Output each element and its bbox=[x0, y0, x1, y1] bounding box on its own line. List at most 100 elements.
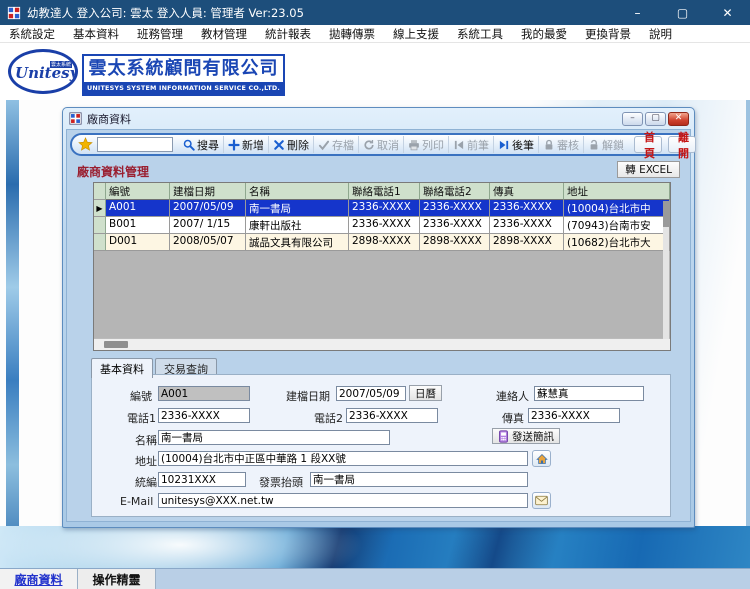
screen: 幼教達人 登入公司: 雲太 登入人員: 管理者 Ver:23.05 – ▢ ✕ … bbox=[0, 0, 750, 589]
search-input[interactable] bbox=[97, 137, 173, 152]
vendor-window-icon bbox=[69, 112, 82, 125]
x-icon bbox=[273, 139, 285, 151]
vendor-maximize-button[interactable]: ▢ bbox=[645, 112, 666, 126]
taskbar-tab-wizard[interactable]: 操作精靈 bbox=[78, 569, 156, 589]
plus-icon bbox=[228, 139, 240, 151]
address-label: 地址 bbox=[135, 453, 157, 469]
taxid-label: 統編 bbox=[135, 474, 157, 490]
vendor-close-button[interactable]: ✕ bbox=[668, 112, 689, 126]
table-row[interactable]: ▶ A001 2007/05/09 南一書局 2336-XXXX 2336-XX… bbox=[94, 200, 670, 217]
exit-button[interactable]: 離開 bbox=[668, 136, 696, 153]
delete-button[interactable]: 刪除 bbox=[269, 136, 314, 153]
logo-bar: Unitesys 雲太系統 雲太系統顧問有限公司 UNITESYS SYSTEM… bbox=[0, 43, 750, 100]
unlock-icon bbox=[588, 139, 600, 151]
col-date[interactable]: 建檔日期 bbox=[170, 183, 246, 200]
app-icon bbox=[7, 6, 21, 20]
minimize-button[interactable]: – bbox=[615, 0, 660, 25]
search-button[interactable]: 搜尋 bbox=[179, 136, 224, 153]
contact-field[interactable] bbox=[534, 386, 644, 401]
menu-statistics[interactable]: 統計報表 bbox=[256, 26, 320, 42]
menu-class-management[interactable]: 班務管理 bbox=[128, 26, 192, 42]
grid-vertical-scrollbar[interactable] bbox=[663, 201, 669, 339]
col-id[interactable]: 編號 bbox=[106, 183, 170, 200]
home-button[interactable]: 首頁 bbox=[634, 136, 662, 153]
menu-system-settings[interactable]: 系統設定 bbox=[0, 26, 64, 42]
fax-field[interactable] bbox=[528, 408, 620, 423]
export-excel-button[interactable]: 轉 EXCEL bbox=[617, 161, 680, 178]
vendor-grid: 編號 建檔日期 名稱 聯絡電話1 聯絡電話2 傳真 地址 ▶ A001 2007… bbox=[93, 182, 671, 351]
calendar-button[interactable]: 日曆 bbox=[409, 385, 442, 401]
vendor-data-window: 廠商資料 – ▢ ✕ 搜尋 bbox=[62, 107, 695, 528]
col-name[interactable]: 名稱 bbox=[246, 183, 349, 200]
menu-system-tools[interactable]: 系統工具 bbox=[448, 26, 512, 42]
tab-basic-data[interactable]: 基本資料 bbox=[91, 358, 153, 378]
name-field[interactable] bbox=[158, 430, 390, 445]
previous-record-button: 前筆 bbox=[449, 136, 494, 153]
send-sms-button[interactable]: 發送簡訊 bbox=[492, 428, 560, 444]
print-button: 列印 bbox=[404, 136, 449, 153]
contact-label: 連絡人 bbox=[496, 388, 529, 404]
col-phone2[interactable]: 聯絡電話2 bbox=[420, 183, 490, 200]
previous-icon bbox=[453, 139, 465, 151]
menu-help[interactable]: 說明 bbox=[640, 26, 681, 42]
add-button[interactable]: 新增 bbox=[224, 136, 269, 153]
table-row[interactable]: B001 2007/ 1/15 康軒出版社 2336-XXXX 2336-XXX… bbox=[94, 217, 670, 234]
vendor-window-titlebar[interactable]: 廠商資料 – ▢ ✕ bbox=[66, 108, 691, 129]
phone2-field[interactable] bbox=[346, 408, 438, 423]
toolbar: 搜尋 新增 刪除 存檔 bbox=[70, 133, 689, 156]
address-field[interactable] bbox=[158, 451, 528, 466]
mdi-background: 廠商資料 – ▢ ✕ 搜尋 bbox=[0, 100, 750, 568]
lock-icon bbox=[543, 139, 555, 151]
invoice-title-field[interactable] bbox=[310, 472, 528, 487]
wallpaper-wave bbox=[0, 526, 750, 568]
menu-favorites[interactable]: 我的最愛 bbox=[512, 26, 576, 42]
map-house-button[interactable] bbox=[532, 450, 551, 467]
wallpaper-left-stripe bbox=[6, 100, 19, 568]
menu-material-management[interactable]: 教材管理 bbox=[192, 26, 256, 42]
favorite-star-icon[interactable] bbox=[78, 137, 93, 152]
menu-bar: 系統設定 基本資料 班務管理 教材管理 統計報表 拋轉傳票 線上支援 系統工具 … bbox=[0, 25, 750, 43]
house-icon bbox=[536, 453, 548, 465]
maximize-button[interactable]: ▢ bbox=[660, 0, 705, 25]
date-field[interactable] bbox=[336, 386, 406, 401]
email-label: E-Mail bbox=[120, 495, 153, 508]
section-title: 廠商資料管理 bbox=[77, 163, 149, 180]
vendor-window-title: 廠商資料 bbox=[87, 111, 131, 127]
approve-button: 審核 bbox=[539, 136, 584, 153]
taxid-field[interactable] bbox=[158, 472, 246, 487]
envelope-icon bbox=[535, 495, 548, 506]
table-row[interactable]: D001 2008/05/07 誠品文具有限公司 2898-XXXX 2898-… bbox=[94, 234, 670, 251]
vendor-detail-form: 編號 建檔日期 日曆 連絡人 電話1 電話2 傳真 名稱 bbox=[91, 374, 671, 517]
check-icon bbox=[318, 139, 330, 151]
row-selector-marker: ▶ bbox=[94, 200, 106, 217]
invoice-title-label: 發票抬頭 bbox=[259, 474, 303, 490]
phone2-label: 電話2 bbox=[314, 410, 343, 426]
next-record-button[interactable]: 後筆 bbox=[494, 136, 539, 153]
send-email-button[interactable] bbox=[532, 492, 551, 509]
id-label: 編號 bbox=[130, 388, 152, 404]
menu-change-background[interactable]: 更換背景 bbox=[576, 26, 640, 42]
save-button: 存檔 bbox=[314, 136, 359, 153]
close-button[interactable]: ✕ bbox=[705, 0, 750, 25]
wallpaper-right-stripe bbox=[746, 100, 750, 568]
grid-horizontal-scrollbar[interactable] bbox=[94, 338, 670, 350]
taskbar-tab-vendor-data[interactable]: 廠商資料 bbox=[0, 569, 78, 589]
printer-icon bbox=[408, 139, 420, 151]
col-fax[interactable]: 傳真 bbox=[490, 183, 564, 200]
menu-online-support[interactable]: 線上支援 bbox=[384, 26, 448, 42]
phone1-label: 電話1 bbox=[127, 410, 156, 426]
col-address[interactable]: 地址 bbox=[564, 183, 670, 200]
phone1-field[interactable] bbox=[158, 408, 250, 423]
menu-basic-data[interactable]: 基本資料 bbox=[64, 26, 128, 42]
name-label: 名稱 bbox=[135, 432, 157, 448]
os-titlebar: 幼教達人 登入公司: 雲太 登入人員: 管理者 Ver:23.05 – ▢ ✕ bbox=[0, 0, 750, 25]
col-phone1[interactable]: 聯絡電話1 bbox=[349, 183, 420, 200]
vendor-minimize-button[interactable]: – bbox=[622, 112, 643, 126]
company-nameplate: 雲太系統顧問有限公司 UNITESYS SYSTEM INFORMATION S… bbox=[82, 54, 285, 96]
date-label: 建檔日期 bbox=[286, 388, 330, 404]
company-name-en: UNITESYS SYSTEM INFORMATION SERVICE CO.,… bbox=[84, 82, 283, 94]
email-field[interactable] bbox=[158, 493, 528, 508]
mobile-phone-icon bbox=[498, 430, 509, 443]
menu-vouchers[interactable]: 拋轉傳票 bbox=[320, 26, 384, 42]
fax-label: 傳真 bbox=[502, 410, 524, 426]
